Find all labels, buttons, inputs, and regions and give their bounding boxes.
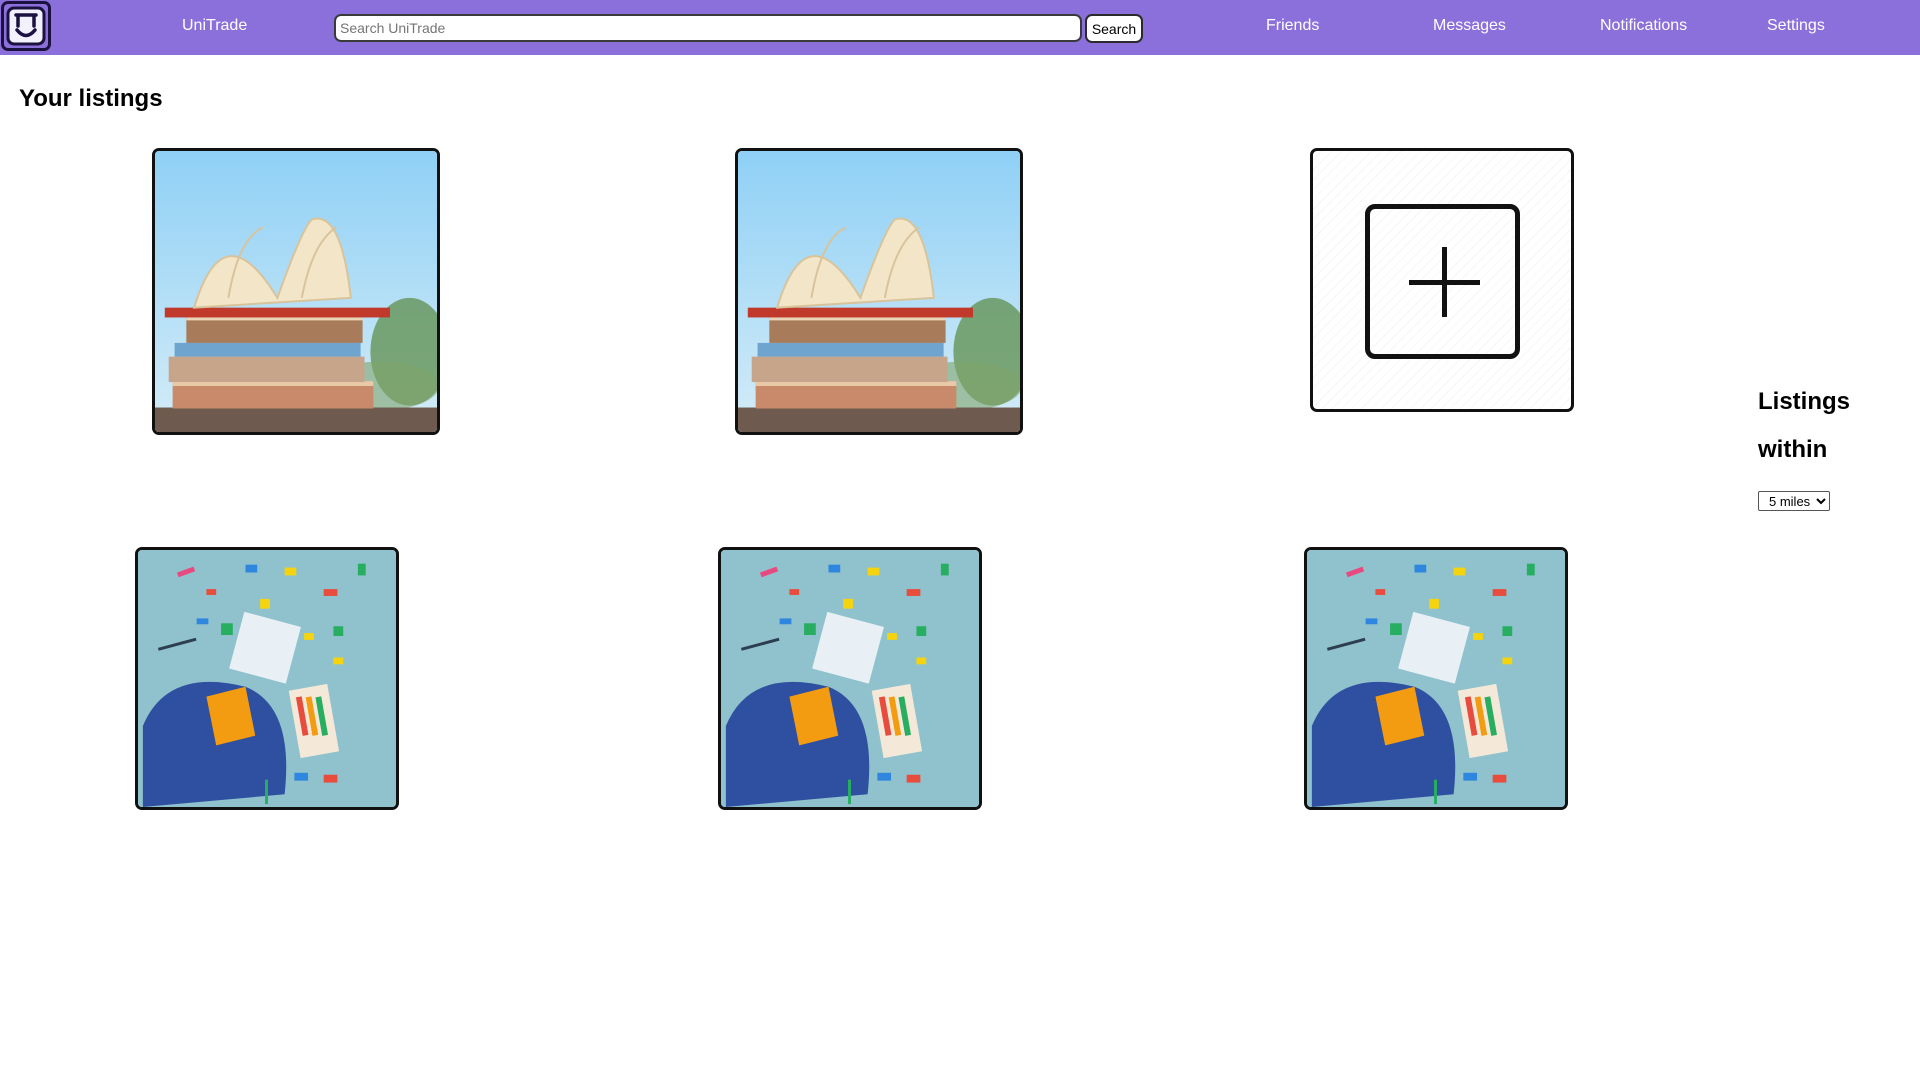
listing-card-books[interactable]	[152, 148, 440, 435]
radius-select[interactable]: 5 miles	[1758, 491, 1830, 511]
unitrade-logo-icon[interactable]	[1, 1, 51, 51]
listing-card-school-supplies[interactable]	[718, 547, 982, 810]
listing-card-books[interactable]	[735, 148, 1023, 435]
search-button[interactable]: Search	[1085, 14, 1143, 43]
page-title: Your listings	[19, 85, 163, 112]
school-supplies-backpack-image	[1307, 550, 1565, 807]
smiley-logo-icon	[6, 6, 46, 46]
search-input[interactable]	[334, 14, 1082, 42]
plus-icon	[1365, 204, 1520, 359]
top-navbar: UniTrade Search Friends Messages Notific…	[0, 0, 1920, 55]
nav-messages-link[interactable]: Messages	[1433, 17, 1506, 35]
nav-friends-link[interactable]: Friends	[1266, 17, 1319, 35]
filter-label-listings: Listings	[1758, 388, 1851, 415]
add-listing-button[interactable]	[1310, 148, 1574, 412]
stack-of-books-image	[738, 151, 1020, 432]
listing-card-school-supplies[interactable]	[135, 547, 399, 810]
listing-card-school-supplies[interactable]	[1304, 547, 1568, 810]
filter-label-within: within	[1758, 436, 1828, 463]
nav-settings-link[interactable]: Settings	[1767, 17, 1825, 35]
nav-notifications-link[interactable]: Notifications	[1600, 17, 1687, 35]
school-supplies-backpack-image	[721, 550, 979, 807]
nav-brand-link[interactable]: UniTrade	[182, 17, 247, 35]
stack-of-books-image	[155, 151, 437, 432]
school-supplies-backpack-image	[138, 550, 396, 807]
